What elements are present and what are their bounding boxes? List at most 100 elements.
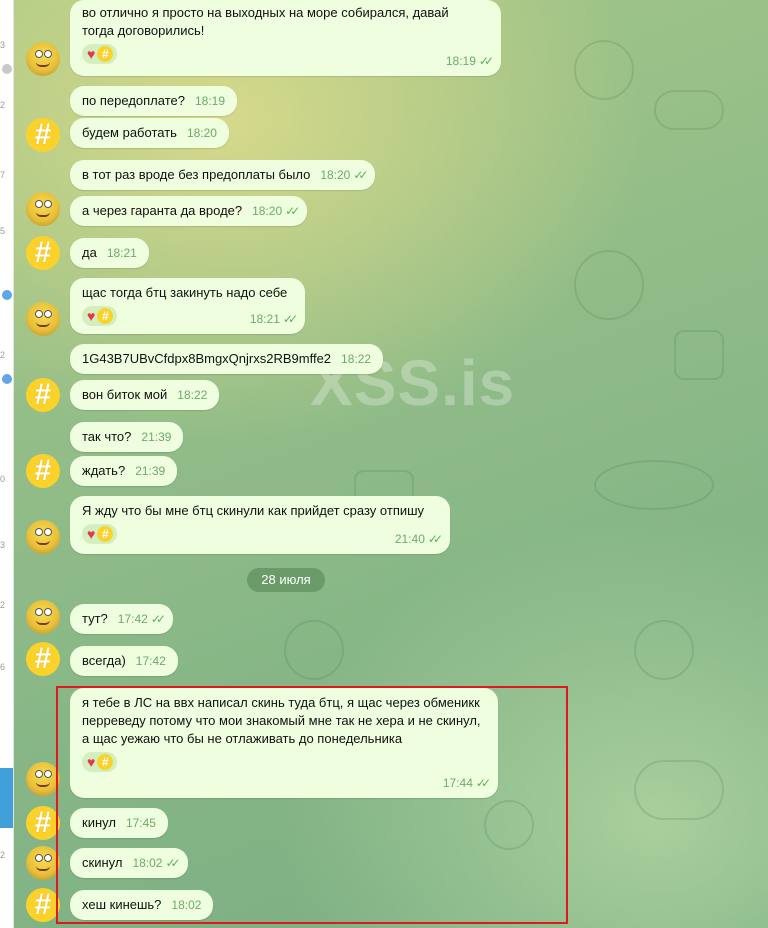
reaction-pill[interactable]: ♥ # bbox=[82, 524, 118, 544]
message-time: 18:19 bbox=[445, 54, 476, 68]
message-text: так что? bbox=[82, 429, 132, 444]
background-doodle bbox=[674, 330, 724, 380]
chat-area[interactable]: XSS.is во отлично я просто на выходных н… bbox=[14, 0, 768, 928]
avatar-hash[interactable]: # bbox=[26, 806, 60, 840]
avatar-sponge[interactable] bbox=[26, 600, 60, 634]
message-time: 18:20 bbox=[186, 126, 217, 140]
reactor-avatar-icon: # bbox=[97, 46, 114, 62]
message-bubble[interactable]: да 18:21 bbox=[70, 238, 149, 268]
chat-list-fragment: 6 bbox=[0, 662, 6, 672]
avatar-hash[interactable]: # bbox=[26, 236, 60, 270]
avatar-sponge[interactable] bbox=[26, 520, 60, 554]
message-bubble[interactable]: так что? 21:39 bbox=[70, 422, 184, 452]
message-bubble[interactable]: во отлично я просто на выходных на море … bbox=[70, 0, 501, 76]
avatar-hash[interactable]: # bbox=[26, 378, 60, 412]
heart-icon: ♥ bbox=[87, 46, 96, 62]
read-check-icon: ✓✓ bbox=[478, 54, 494, 68]
background-doodle bbox=[654, 90, 724, 130]
message-bubble[interactable]: а через гаранта да вроде? 18:20 ✓✓ bbox=[70, 196, 308, 226]
message-text: в тот раз вроде без предоплаты было bbox=[82, 167, 311, 182]
message-time: 17:42 bbox=[117, 612, 148, 626]
avatar-hash[interactable]: # bbox=[26, 642, 60, 676]
avatar-sponge[interactable] bbox=[26, 42, 60, 76]
read-check-icon: ✓✓ bbox=[427, 532, 443, 546]
background-doodle bbox=[574, 250, 644, 320]
read-check-icon: ✓✓ bbox=[285, 204, 300, 218]
message-time: 17:42 bbox=[135, 654, 166, 668]
message-time: 18:21 bbox=[106, 246, 137, 260]
message-bubble[interactable]: по передоплате? 18:19 bbox=[70, 86, 238, 116]
message-bubble[interactable]: Я жду что бы мне бтц скинули как прийдет… bbox=[70, 496, 450, 554]
heart-icon: ♥ bbox=[87, 308, 96, 324]
message-time: 18:22 bbox=[341, 352, 372, 366]
avatar-sponge[interactable] bbox=[26, 302, 60, 336]
message-time: 18:19 bbox=[194, 94, 226, 108]
chat-list-fragment: 0 bbox=[0, 474, 6, 484]
date-separator: 28 июля bbox=[247, 568, 325, 592]
message-text: да bbox=[82, 245, 97, 260]
chat-list-fragment: 7 bbox=[0, 170, 6, 180]
background-doodle bbox=[284, 620, 344, 680]
unread-badge[interactable] bbox=[2, 374, 12, 384]
reactor-avatar-icon: # bbox=[97, 526, 114, 542]
avatar-hash[interactable]: # bbox=[26, 888, 60, 922]
chat-list-fragment: 3 bbox=[0, 40, 6, 50]
avatar-hash[interactable]: # bbox=[26, 454, 60, 488]
message-bubble[interactable]: 1G43B7UBvCfdpx8BmgxQnjrxs2RB9mffe2 18:22 bbox=[70, 344, 384, 374]
message-bubble[interactable]: ждать? 21:39 bbox=[70, 456, 178, 486]
message-bubble[interactable]: щас тогда бтц закинуть надо себе ♥ # 18:2… bbox=[70, 278, 305, 334]
message-time: 21:39 bbox=[141, 430, 172, 444]
chat-list-strip[interactable]: 3 2 7 5 2 0 3 2 6 2 bbox=[0, 0, 14, 928]
chat-list-avatar[interactable] bbox=[2, 64, 12, 74]
message-text: Я жду что бы мне бтц скинули как прийдет… bbox=[82, 503, 425, 518]
reactor-avatar-icon: # bbox=[97, 308, 114, 324]
message-text: а через гаранта да вроде? bbox=[82, 203, 243, 218]
chat-list-fragment: 2 bbox=[0, 850, 6, 860]
background-doodle bbox=[574, 40, 634, 100]
message-text: всегда) bbox=[82, 653, 126, 668]
message-time: 18:20 bbox=[252, 204, 283, 218]
message-time: 18:22 bbox=[177, 388, 208, 402]
reaction-pill[interactable]: ♥ # bbox=[82, 44, 118, 64]
message-meta: 18:21 ✓✓ bbox=[249, 310, 298, 328]
reactions[interactable]: ♥ # bbox=[82, 524, 438, 544]
message-bubble[interactable]: тут? 17:42 ✓✓ bbox=[70, 604, 173, 634]
message-text: 1G43B7UBvCfdpx8BmgxQnjrxs2RB9mffe2 bbox=[82, 351, 332, 366]
reaction-pill[interactable]: ♥ # bbox=[82, 306, 118, 326]
background-doodle bbox=[634, 620, 694, 680]
message-text: будем работать bbox=[82, 125, 177, 140]
chat-list-fragment: 2 bbox=[0, 600, 6, 610]
avatar-sponge[interactable] bbox=[26, 846, 60, 880]
chat-list-fragment: 5 bbox=[0, 226, 6, 236]
message-time: 18:20 bbox=[320, 168, 351, 182]
message-text: тут? bbox=[82, 611, 108, 626]
message-time: 21:40 bbox=[394, 532, 425, 546]
background-doodle bbox=[594, 460, 714, 510]
message-text: ждать? bbox=[82, 463, 126, 478]
message-meta: 21:40 ✓✓ bbox=[394, 530, 443, 548]
message-time: 21:39 bbox=[135, 464, 166, 478]
background-doodle bbox=[634, 760, 724, 820]
avatar-sponge[interactable] bbox=[26, 762, 60, 796]
message-bubble[interactable]: будем работать 18:20 bbox=[70, 118, 229, 148]
message-meta: 18:19 ✓✓ bbox=[445, 52, 494, 70]
avatar-sponge[interactable] bbox=[26, 192, 60, 226]
highlight-box bbox=[56, 686, 568, 924]
message-bubble[interactable]: вон биток мой 18:22 bbox=[70, 380, 220, 410]
message-time: 18:21 bbox=[249, 312, 280, 326]
message-text: вон биток мой bbox=[82, 387, 168, 402]
unread-badge[interactable] bbox=[2, 290, 12, 300]
read-check-icon: ✓✓ bbox=[282, 312, 298, 326]
selected-chat-marker[interactable] bbox=[0, 768, 13, 828]
message-bubble[interactable]: в тот раз вроде без предоплаты было 18:20… bbox=[70, 160, 376, 190]
chat-list-fragment: 3 bbox=[0, 540, 6, 550]
message-bubble[interactable]: всегда) 17:42 bbox=[70, 646, 178, 676]
reactions[interactable]: ♥ # bbox=[82, 44, 489, 64]
message-text: по передоплате? bbox=[82, 93, 185, 108]
avatar-hash[interactable]: # bbox=[26, 118, 60, 152]
chat-list-fragment: 2 bbox=[0, 350, 6, 360]
read-check-icon: ✓✓ bbox=[353, 168, 368, 182]
message-text: во отлично я просто на выходных на море … bbox=[82, 5, 449, 38]
message-text: щас тогда бтц закинуть надо себе bbox=[82, 285, 288, 300]
chat-list-fragment: 2 bbox=[0, 100, 6, 110]
